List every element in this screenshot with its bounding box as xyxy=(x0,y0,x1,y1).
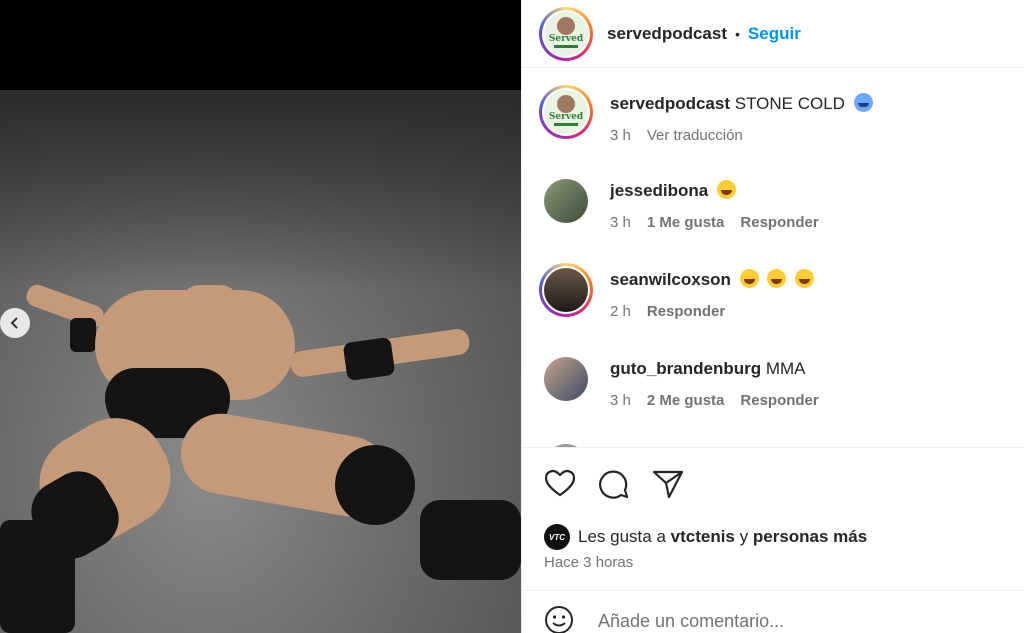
laughing-tears-emoji xyxy=(767,269,787,288)
laughing-tears-emoji xyxy=(795,269,815,288)
header-separator: • xyxy=(735,25,740,42)
follow-button[interactable]: Seguir xyxy=(748,24,801,44)
reply-button[interactable]: Responder xyxy=(740,392,818,409)
caption: Served servedpodcast STONE COLD 3 h Ver … xyxy=(539,85,873,144)
caption-username[interactable]: servedpodcast xyxy=(610,94,730,113)
laughing-tears-emoji xyxy=(717,180,736,199)
commenter-avatar[interactable] xyxy=(544,357,588,401)
emoji-picker-icon[interactable] xyxy=(544,605,574,633)
laughing-tears-emoji xyxy=(739,269,759,288)
chevron-left-icon xyxy=(10,317,18,329)
post-timestamp: Hace 3 horas xyxy=(544,554,634,571)
see-translation-link[interactable]: Ver traducción xyxy=(647,127,743,144)
photo-figure-wristband-right xyxy=(342,336,396,382)
comment-icon[interactable] xyxy=(598,468,630,500)
caption-avatar[interactable]: Served xyxy=(539,85,593,139)
comment-item: seanwilcoxson 2 h Responder xyxy=(539,263,815,320)
servedpodcast-logo: Served xyxy=(544,90,588,134)
post-media[interactable] xyxy=(0,0,521,633)
comment-input[interactable]: Añade un comentario... xyxy=(598,611,784,632)
logo-text: Served xyxy=(548,33,584,44)
comment-username[interactable]: seanwilcoxson xyxy=(610,270,731,289)
post-actions: VTC Les gusta a vtctenis y personas más … xyxy=(522,447,1024,589)
photo-figure-wristband-left xyxy=(70,318,96,352)
comment-username[interactable]: jessedibona xyxy=(610,181,708,200)
cold-face-emoji xyxy=(853,93,873,112)
photo-shadow xyxy=(0,90,521,290)
photo-figure-head xyxy=(180,285,240,325)
logo-text: Served xyxy=(548,112,584,122)
comment-item: guto_brandenburg MMA 3 h 2 Me gusta Resp… xyxy=(539,352,819,409)
author-username[interactable]: servedpodcast xyxy=(607,24,727,44)
commenter-avatar[interactable] xyxy=(544,179,588,223)
liked-by-prefix: Les gusta a xyxy=(578,527,666,546)
heart-icon[interactable] xyxy=(544,468,576,500)
comment-likes[interactable]: 1 Me gusta xyxy=(647,214,725,231)
author-avatar[interactable]: Served xyxy=(539,6,593,61)
previous-slide-button[interactable] xyxy=(0,308,30,338)
photo-figure-kneepad xyxy=(335,445,415,525)
comment-item: jessedibona 3 h 1 Me gusta Responder xyxy=(539,174,819,231)
liked-by-others[interactable]: personas más xyxy=(753,527,867,547)
comment-likes[interactable]: 2 Me gusta xyxy=(647,392,725,409)
photo-figure-boot-right xyxy=(420,500,521,580)
caption-text: STONE COLD xyxy=(734,94,845,113)
liked-by[interactable]: VTC Les gusta a vtctenis y personas más xyxy=(544,524,867,550)
reply-button[interactable]: Responder xyxy=(647,303,725,320)
commenter-avatar[interactable] xyxy=(539,263,593,317)
comment-time: 3 h xyxy=(610,214,631,231)
caption-time: 3 h xyxy=(610,127,631,144)
comment-time: 3 h xyxy=(610,392,631,409)
liker-avatar[interactable]: VTC xyxy=(544,524,570,550)
post-side-panel: Served servedpodcast • Seguir Served ser… xyxy=(521,0,1024,633)
share-icon[interactable] xyxy=(652,468,684,500)
reply-button[interactable]: Responder xyxy=(740,214,818,231)
comment-composer: Añade un comentario... xyxy=(522,590,1024,633)
comment-text: MMA xyxy=(765,359,806,378)
servedpodcast-logo: Served xyxy=(544,11,588,56)
comments-list[interactable]: Served servedpodcast STONE COLD 3 h Ver … xyxy=(522,69,1024,447)
comment-time: 2 h xyxy=(610,303,631,320)
liked-by-user[interactable]: vtctenis xyxy=(671,527,735,547)
media-letterbox xyxy=(0,0,521,90)
comment-item-partial xyxy=(539,439,593,447)
photo-figure-boot-left xyxy=(0,520,75,633)
liked-by-joiner: y xyxy=(739,527,749,546)
post-photo xyxy=(0,90,521,633)
post-header: Served servedpodcast • Seguir xyxy=(522,0,1024,68)
comment-username[interactable]: guto_brandenburg xyxy=(610,359,761,378)
